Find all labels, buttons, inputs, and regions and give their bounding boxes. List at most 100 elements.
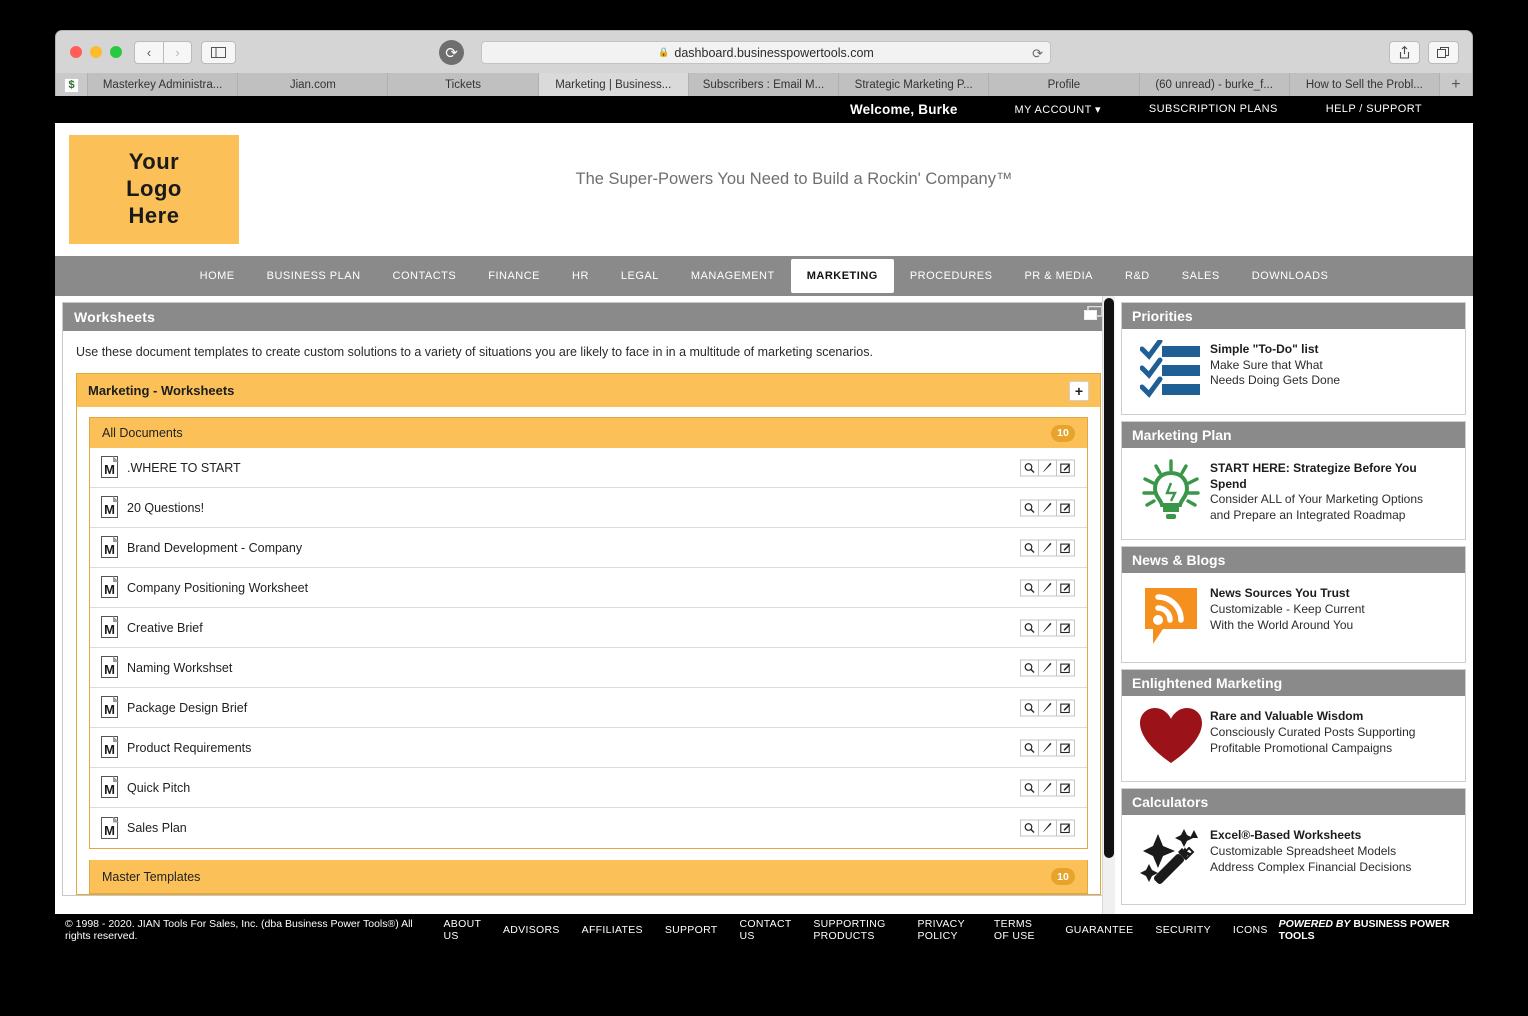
document-row-actions[interactable] xyxy=(1020,499,1075,516)
document-row-actions[interactable] xyxy=(1020,579,1075,596)
sidebar-card[interactable]: Marketing Plan START HERE: Strategize Bef… xyxy=(1121,421,1466,541)
nav-contacts[interactable]: CONTACTS xyxy=(377,256,473,296)
sidebar-icon[interactable] xyxy=(201,41,236,64)
edit-button[interactable] xyxy=(1038,699,1057,716)
preview-button[interactable] xyxy=(1020,459,1039,476)
logo-placeholder[interactable]: Your Logo Here xyxy=(69,135,239,244)
document-row[interactable]: M Naming Workshset xyxy=(90,648,1087,688)
document-row-actions[interactable] xyxy=(1020,459,1075,476)
back-icon[interactable]: ‹ xyxy=(134,41,163,64)
document-row-actions[interactable] xyxy=(1020,739,1075,756)
preview-button[interactable] xyxy=(1020,539,1039,556)
footer-link[interactable]: GUARANTEE xyxy=(1054,924,1144,936)
document-row-actions[interactable] xyxy=(1020,619,1075,636)
tab-strip[interactable]: $ Masterkey Administra... Jian.com Ticke… xyxy=(56,73,1472,97)
sidebar-card[interactable]: Enlightened Marketing Rare and Valuable W… xyxy=(1121,669,1466,783)
favicon-tab[interactable]: $ xyxy=(56,73,88,97)
edit-button[interactable] xyxy=(1038,619,1057,636)
browser-right-buttons[interactable] xyxy=(1389,41,1459,64)
edit-online-button[interactable] xyxy=(1056,499,1075,516)
footer-link[interactable]: ABOUT US xyxy=(433,918,492,942)
subscription-plans-link[interactable]: SUBSCRIPTION PLANS xyxy=(1125,103,1302,116)
sidebar-card[interactable]: Priorities Simple "To-Do" list Make Sure t… xyxy=(1121,302,1466,415)
document-row-actions[interactable] xyxy=(1020,659,1075,676)
preview-button[interactable] xyxy=(1020,739,1039,756)
footer-link[interactable]: AFFILIATES xyxy=(571,924,654,936)
footer-link[interactable]: SUPPORT xyxy=(654,924,729,936)
share-icon[interactable] xyxy=(1389,41,1420,64)
scrollbar-thumb[interactable] xyxy=(1104,298,1114,858)
browser-tab-1[interactable]: Jian.com xyxy=(238,73,389,97)
my-account-menu[interactable]: MY ACCOUNT ▾ xyxy=(991,103,1125,116)
edit-online-button[interactable] xyxy=(1056,779,1075,796)
nav-downloads[interactable]: DOWNLOADS xyxy=(1236,256,1345,296)
document-row[interactable]: M Creative Brief xyxy=(90,608,1087,648)
footer-link[interactable]: SECURITY xyxy=(1144,924,1222,936)
main-navigation[interactable]: HOME BUSINESS PLAN CONTACTS FINANCE HR L… xyxy=(55,256,1473,296)
edit-button[interactable] xyxy=(1038,579,1057,596)
document-row[interactable]: M Company Positioning Worksheet xyxy=(90,568,1087,608)
edit-button[interactable] xyxy=(1038,539,1057,556)
edit-online-button[interactable] xyxy=(1056,579,1075,596)
edit-online-button[interactable] xyxy=(1056,699,1075,716)
footer-link[interactable]: TERMS OF USE xyxy=(983,918,1054,942)
edit-button[interactable] xyxy=(1038,659,1057,676)
edit-online-button[interactable] xyxy=(1056,659,1075,676)
preview-button[interactable] xyxy=(1020,579,1039,596)
reload-icon[interactable]: ⟳ xyxy=(439,40,464,65)
browser-tab-3[interactable]: Marketing | Business... xyxy=(538,73,689,97)
browser-tab-8[interactable]: How to Sell the Probl... xyxy=(1289,73,1440,97)
document-row[interactable]: M .WHERE TO START xyxy=(90,448,1087,488)
preview-button[interactable] xyxy=(1020,619,1039,636)
browser-tab-6[interactable]: Profile xyxy=(989,73,1140,97)
preview-button[interactable] xyxy=(1020,659,1039,676)
forward-icon[interactable]: › xyxy=(163,41,192,64)
tabs-overview-icon[interactable] xyxy=(1428,41,1459,64)
document-row[interactable]: M Brand Development - Company xyxy=(90,528,1087,568)
minimize-window-icon[interactable] xyxy=(90,46,102,58)
master-templates-header[interactable]: Master Templates 10 xyxy=(89,860,1088,894)
content-scrollbar[interactable] xyxy=(1102,296,1115,914)
page-reload-icon[interactable]: ⟳ xyxy=(1032,46,1043,62)
preview-button[interactable] xyxy=(1020,499,1039,516)
browser-tab-7[interactable]: (60 unread) - burke_f... xyxy=(1139,73,1290,97)
help-support-link[interactable]: HELP / SUPPORT xyxy=(1302,103,1446,116)
edit-button[interactable] xyxy=(1038,499,1057,516)
add-worksheet-button[interactable]: + xyxy=(1069,380,1089,401)
footer-link[interactable]: ADVISORS xyxy=(492,924,571,936)
edit-online-button[interactable] xyxy=(1056,619,1075,636)
footer-link[interactable]: PRIVACY POLICY xyxy=(906,918,982,942)
document-row[interactable]: M Sales Plan xyxy=(90,808,1087,848)
document-row-actions[interactable] xyxy=(1020,699,1075,716)
window-controls[interactable] xyxy=(70,46,122,58)
address-bar[interactable]: 🔒 dashboard.businesspowertools.com ⟳ xyxy=(481,41,1051,64)
nav-pr-media[interactable]: PR & MEDIA xyxy=(1008,256,1109,296)
nav-legal[interactable]: LEGAL xyxy=(605,256,675,296)
sidebar-card[interactable]: News & Blogs News Sources You Trust Custom… xyxy=(1121,546,1466,664)
nav-management[interactable]: MANAGEMENT xyxy=(675,256,791,296)
browser-tab-2[interactable]: Tickets xyxy=(388,73,539,97)
document-row[interactable]: M Package Design Brief xyxy=(90,688,1087,728)
document-row[interactable]: M Product Requirements xyxy=(90,728,1087,768)
footer-link[interactable]: CONTACT US xyxy=(728,918,802,942)
footer-link[interactable]: ICONS xyxy=(1222,924,1279,936)
footer-links[interactable]: ABOUT US ADVISORS AFFILIATES SUPPORT CONTACT… xyxy=(433,918,1279,942)
nav-finance[interactable]: FINANCE xyxy=(472,256,556,296)
edit-online-button[interactable] xyxy=(1056,819,1075,837)
edit-button[interactable] xyxy=(1038,739,1057,756)
footer-link[interactable]: SUPPORTING PRODUCTS xyxy=(802,918,906,942)
account-menu[interactable]: MY ACCOUNT ▾ SUBSCRIPTION PLANS HELP / S… xyxy=(991,103,1446,116)
nav-business-plan[interactable]: BUSINESS PLAN xyxy=(251,256,377,296)
preview-button[interactable] xyxy=(1020,699,1039,716)
document-row-actions[interactable] xyxy=(1020,539,1075,556)
preview-button[interactable] xyxy=(1020,819,1039,837)
nav-sales[interactable]: SALES xyxy=(1166,256,1236,296)
edit-button[interactable] xyxy=(1038,779,1057,796)
edit-button[interactable] xyxy=(1038,819,1057,837)
browser-tab-4[interactable]: Subscribers : Email M... xyxy=(688,73,840,97)
preview-button[interactable] xyxy=(1020,779,1039,796)
close-window-icon[interactable] xyxy=(70,46,82,58)
all-documents-header[interactable]: All Documents 10 xyxy=(90,418,1087,448)
nav-hr[interactable]: HR xyxy=(556,256,605,296)
document-row-actions[interactable] xyxy=(1020,819,1075,837)
